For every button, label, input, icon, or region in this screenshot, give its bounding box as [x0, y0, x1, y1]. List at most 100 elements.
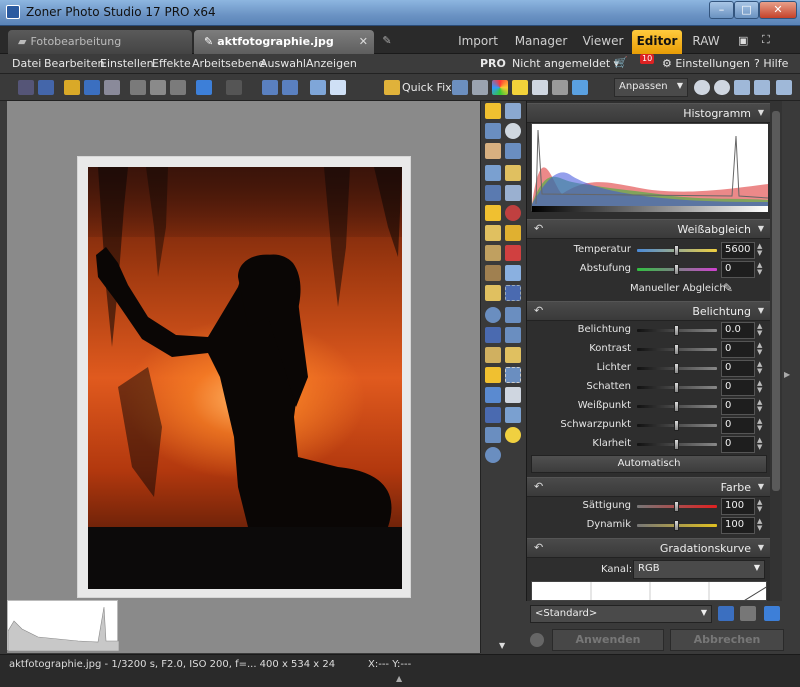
menu-anzeigen[interactable]: Anzeigen [306, 57, 357, 70]
spinner-arrows-icon[interactable]: ▲ ▼ [757, 361, 762, 375]
select-poly-icon[interactable] [485, 327, 501, 343]
chevron-down-icon[interactable]: ▼ [499, 641, 505, 650]
zoom-tool-icon[interactable] [505, 123, 521, 139]
delete-preset-icon[interactable] [740, 606, 756, 621]
frame-tool-icon[interactable] [505, 367, 521, 383]
eraser-tool-icon[interactable] [485, 285, 501, 301]
redo-icon[interactable] [226, 80, 242, 95]
hand-tool-icon[interactable] [485, 143, 501, 159]
text-tool-icon[interactable] [505, 407, 521, 423]
slider-value-field[interactable]: 0.0 [721, 322, 755, 339]
slider-handle[interactable] [674, 382, 679, 393]
paste-icon[interactable] [150, 80, 166, 95]
open-folder-icon[interactable] [64, 80, 80, 95]
spinner-arrows-icon[interactable]: ▲ ▼ [757, 418, 762, 432]
navigator-histogram[interactable] [7, 600, 119, 651]
exposure-header[interactable]: ↶ Belichtung ▼ [527, 301, 771, 321]
zoom-in-icon[interactable] [694, 80, 710, 95]
print-icon[interactable] [104, 80, 120, 95]
slider-handle[interactable] [674, 439, 679, 450]
slider-value-field[interactable]: 0 [721, 360, 755, 377]
noise-tool-icon[interactable] [505, 185, 521, 201]
pen-tool-icon[interactable] [505, 347, 521, 363]
healing-tool-icon[interactable] [505, 225, 521, 241]
select-ellipse-icon[interactable] [485, 307, 501, 323]
bulb-icon[interactable] [512, 80, 528, 95]
shapes-tool-icon[interactable] [505, 387, 521, 403]
maximize-button[interactable]: □ [734, 1, 759, 19]
panel-scrollbar[interactable] [770, 101, 782, 601]
brush-tool-icon[interactable] [485, 265, 501, 281]
scrollbar-thumb[interactable] [772, 111, 780, 491]
effects-icon[interactable] [572, 80, 588, 95]
display-tool-icon[interactable] [485, 185, 501, 201]
save-icon[interactable] [84, 80, 100, 95]
cart-icon[interactable]: 🛒 [614, 56, 628, 69]
forward-icon[interactable] [38, 80, 54, 95]
preset-select[interactable]: <Standard> ▼ [530, 605, 712, 623]
mode-raw[interactable]: RAW [688, 30, 724, 54]
menu-datei[interactable]: Datei [12, 57, 41, 70]
mode-editor[interactable]: Editor [632, 30, 682, 54]
medical-tool-icon[interactable] [505, 245, 521, 261]
stamp-tool-icon[interactable] [485, 225, 501, 241]
single-view-icon[interactable] [310, 80, 326, 95]
spinner-arrows-icon[interactable]: ▲ ▼ [757, 342, 762, 356]
crop-tool-icon[interactable] [505, 143, 521, 159]
spinner-arrows-icon[interactable]: ▲ ▼ [757, 243, 762, 257]
select-lasso-icon[interactable] [505, 307, 521, 323]
curves-icon[interactable] [472, 80, 488, 95]
clipboard-icon[interactable] [170, 80, 186, 95]
fill-tool-icon[interactable] [505, 265, 521, 281]
menu-effekte[interactable]: Effekte [152, 57, 191, 70]
slider-value-field[interactable]: 5600 [721, 242, 755, 259]
menu-bearbeiten[interactable]: Bearbeiten [44, 57, 104, 70]
apply-button[interactable]: Anwenden [552, 629, 664, 651]
magic-brush-icon[interactable] [485, 245, 501, 261]
slider-handle[interactable] [674, 520, 679, 531]
slider-handle[interactable] [674, 264, 679, 275]
login-menu[interactable]: Nicht angemeldet ▾ [512, 57, 619, 70]
manual-balance-label[interactable]: Manueller Abgleich [630, 283, 726, 294]
quick-fix-tool-icon[interactable] [485, 103, 501, 119]
slider-handle[interactable] [674, 501, 679, 512]
eyedropper-icon[interactable]: ✎ [723, 281, 733, 295]
spinner-arrows-icon[interactable]: ▲ ▼ [757, 399, 762, 413]
cancel-button[interactable]: Abbrechen [670, 629, 784, 651]
quick-fix-label[interactable]: Quick Fix [402, 81, 452, 94]
mode-viewer[interactable]: Viewer [578, 30, 628, 54]
slider-value-field[interactable]: 0 [721, 436, 755, 453]
settings-menu[interactable]: ⚙ Einstellungen [662, 57, 750, 70]
levels-icon[interactable] [452, 80, 468, 95]
new-edit-tab-icon[interactable]: ✎ [376, 30, 398, 54]
photo[interactable] [88, 167, 402, 589]
slider-handle[interactable] [674, 363, 679, 374]
slider-handle[interactable] [674, 344, 679, 355]
slider-value-field[interactable]: 0 [721, 398, 755, 415]
levels-tool-icon[interactable] [485, 165, 501, 181]
monitor-icon[interactable]: ▣ [738, 34, 748, 47]
image-canvas[interactable] [7, 101, 480, 653]
close-button[interactable]: ✕ [759, 1, 797, 19]
tab-close-icon[interactable]: ✕ [359, 30, 368, 53]
magic-wand-icon[interactable] [485, 347, 501, 363]
fullscreen-icon[interactable]: ⛶ [762, 33, 770, 47]
mode-manager[interactable]: Manager [510, 30, 572, 54]
info-tool-icon[interactable] [485, 123, 501, 139]
slider-value-field[interactable]: 0 [721, 261, 755, 278]
spinner-arrows-icon[interactable]: ▲ ▼ [757, 437, 762, 451]
undo-icon[interactable]: ↶ [534, 222, 543, 235]
fullscreen-view-icon[interactable] [776, 80, 792, 95]
red-eye-tool-icon[interactable] [505, 205, 521, 221]
quick-fix-icon[interactable] [384, 80, 400, 95]
slider-handle[interactable] [674, 401, 679, 412]
contrast-tool-icon[interactable] [505, 165, 521, 181]
noise-icon[interactable] [552, 80, 568, 95]
fit-window-icon[interactable] [754, 80, 770, 95]
auto-button[interactable]: Automatisch [531, 455, 767, 473]
compare-icon[interactable] [530, 633, 544, 647]
color-header[interactable]: ↶ Farbe ▼ [527, 477, 771, 497]
sun-tool-icon[interactable] [505, 427, 521, 443]
undo-icon[interactable] [196, 80, 212, 95]
slider-handle[interactable] [674, 325, 679, 336]
